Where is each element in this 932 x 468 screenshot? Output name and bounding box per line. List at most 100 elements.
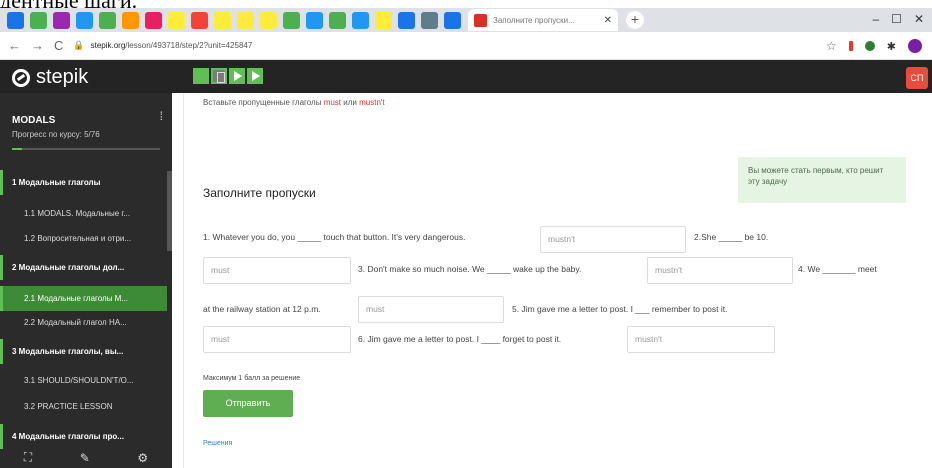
max-score-note: Максимум 1 балл за решение [203,375,301,382]
step-tab[interactable] [193,68,209,84]
user-avatar[interactable]: СП [906,67,928,89]
blank-input-1[interactable]: mustn't [540,226,686,253]
stepik-logo[interactable]: stepik [12,66,88,89]
lock-icon: 🔒 [73,40,85,50]
course-progress-fill [12,148,22,150]
sidebar-section[interactable]: 4 Модальные глаголы про... [0,424,167,449]
sidebar-lesson-item[interactable]: 2.2 Модальный глагол HA... [0,310,167,335]
sidebar-menu-icon[interactable]: ⁞ [160,109,163,123]
instruction-or: или [343,98,357,107]
tab-favicon[interactable] [329,11,346,29]
step-content: Вставьте пропущенные глаголы must или mu… [172,93,932,468]
extension-icon[interactable] [848,41,853,51]
sidebar-lesson-item[interactable]: 2.1 Модальные глаголы M... [0,286,167,311]
stepik-logo-text: stepik [36,66,89,88]
puzzle-extension-icon[interactable]: ✱ [887,40,896,53]
address-bar-row: ← → C 🔒 stepik.org/lesson/493718/step/2?… [0,32,932,60]
browser-tab-strip: Заполните пропуски... ✕ + – ☐ ✕ [0,8,932,32]
forward-arrow-icon[interactable]: → [31,38,44,53]
step-tab-current[interactable] [211,68,227,84]
blank-input-5[interactable]: must [203,326,351,353]
reload-icon[interactable]: C [54,38,63,53]
tab-favicon[interactable] [191,11,208,29]
stepik-logo-icon [12,68,30,87]
stepik-header: stepik СП [0,60,932,93]
active-tab[interactable]: Заполните пропуски... ✕ [468,9,618,31]
maximize-icon[interactable]: ☐ [891,12,902,26]
close-window-icon[interactable]: ✕ [914,12,924,26]
url-domain: stepik.org [90,41,126,50]
tab-favicon[interactable] [76,11,93,29]
course-title[interactable]: MODALS [12,115,55,126]
tab-favicon[interactable] [306,11,323,29]
sentence-2: 2.She _____ be 10. [694,232,769,242]
tab-favicon[interactable] [214,11,231,29]
tab-favicon[interactable] [99,11,116,29]
step-tab-video[interactable] [247,68,263,84]
page-caption: дентные шаги. [0,0,138,13]
extension-icon[interactable] [864,41,875,51]
solutions-link[interactable]: Решения [203,440,232,447]
url-field[interactable]: stepik.org/lesson/493718/step/2?unit=425… [91,41,253,50]
blank-input-2[interactable]: must [203,257,351,284]
minimize-icon[interactable]: – [872,12,879,26]
profile-avatar-icon[interactable] [908,39,922,53]
sidebar-lesson-item[interactable]: 1.2 Вопросительная и отри... [0,226,167,251]
toolbar-extensions: ☆ ✱ [826,39,922,53]
tab-favicon[interactable] [421,11,438,29]
content-divider [183,93,184,468]
blank-input-6[interactable]: mustn't [627,326,775,353]
sidebar-section[interactable]: 1 Модальные глаголы [0,170,167,195]
lesson-steps [193,68,263,84]
tab-favicon[interactable] [7,11,24,29]
edit-pencil-icon[interactable]: ✎ [80,451,90,465]
sidebar-footer: ⛶ ✎ ⚙ [0,447,172,468]
sidebar-lesson-item[interactable]: 3.1 SHOULD/SHOULDN'T/O... [0,368,167,393]
course-progress-text: Прогресс по курсу: 5/76 [12,130,100,139]
tab-favicon[interactable] [444,11,461,29]
close-tab-icon[interactable]: ✕ [604,15,612,26]
step-tab-video[interactable] [229,68,245,84]
sidebar-section[interactable]: 3 Модальные глаголы, вы... [0,339,167,364]
sidebar-lesson-item[interactable]: 1.1 MODALS. Модальные г... [0,201,167,226]
settings-icon[interactable]: ⚙ [137,451,148,465]
tab-favicon[interactable] [237,11,254,29]
tab-favicon[interactable] [122,11,139,29]
tab-favicon[interactable] [352,11,369,29]
submit-button[interactable]: Отправить [203,390,293,417]
window-controls: – ☐ ✕ [872,12,924,26]
exercise-heading: Заполните пропуски [203,186,316,200]
course-sidebar: ⁞ MODALS Прогресс по курсу: 5/76 1 Модал… [0,93,172,468]
active-tab-title: Заполните пропуски... [493,15,575,25]
instruction-word-mustnt: mustn't [359,98,385,107]
sentence-1: 1. Whatever you do, you _____ touch that… [203,232,466,242]
tab-favicon[interactable] [375,11,392,29]
tab-favicon[interactable] [168,11,185,29]
sentence-3: 3. Don't make so much noise. We _____ wa… [358,264,582,274]
expand-icon[interactable]: ⛶ [24,450,32,465]
sentence-5: 5. Jim gave me a letter to post. I ___ r… [512,304,728,314]
sidebar-lesson-item[interactable]: 3.2 PRACTICE LESSON [0,394,167,419]
blank-input-4[interactable]: must [358,296,504,323]
instruction-word-must: must [323,98,342,107]
task-instruction: Вставьте пропущенные глаголы must или mu… [203,98,385,107]
sentence-4: 4. We _______ meet [798,264,877,274]
tab-favicon[interactable] [398,11,415,29]
tab-favicon[interactable] [53,11,70,29]
bookmark-star-icon[interactable]: ☆ [826,39,837,53]
first-solver-hint: Вы можете стать первым, кто решит эту за… [738,157,906,203]
course-progress-bar [12,148,160,150]
blank-input-3[interactable]: mustn't [647,257,793,284]
sidebar-section[interactable]: 2 Модальные глаголы дол... [0,255,167,280]
instruction-text: Вставьте пропущенные глаголы [203,98,322,107]
back-arrow-icon[interactable]: ← [8,38,21,53]
tab-favicon[interactable] [283,11,300,29]
tab-favicon[interactable] [260,11,277,29]
new-tab-button[interactable]: + [626,11,644,29]
tab-favicon[interactable] [30,11,47,29]
stepik-favicon-icon [474,13,487,27]
screenshot-root: дентные шаги. Заполните пропуски... ✕ + … [0,0,932,468]
sentence-6: 6. Jim gave me a letter to post. I ____ … [358,334,562,344]
tab-favicon[interactable] [145,11,162,29]
sentence-4-continued: at the railway station at 12 p.m. [203,304,321,314]
